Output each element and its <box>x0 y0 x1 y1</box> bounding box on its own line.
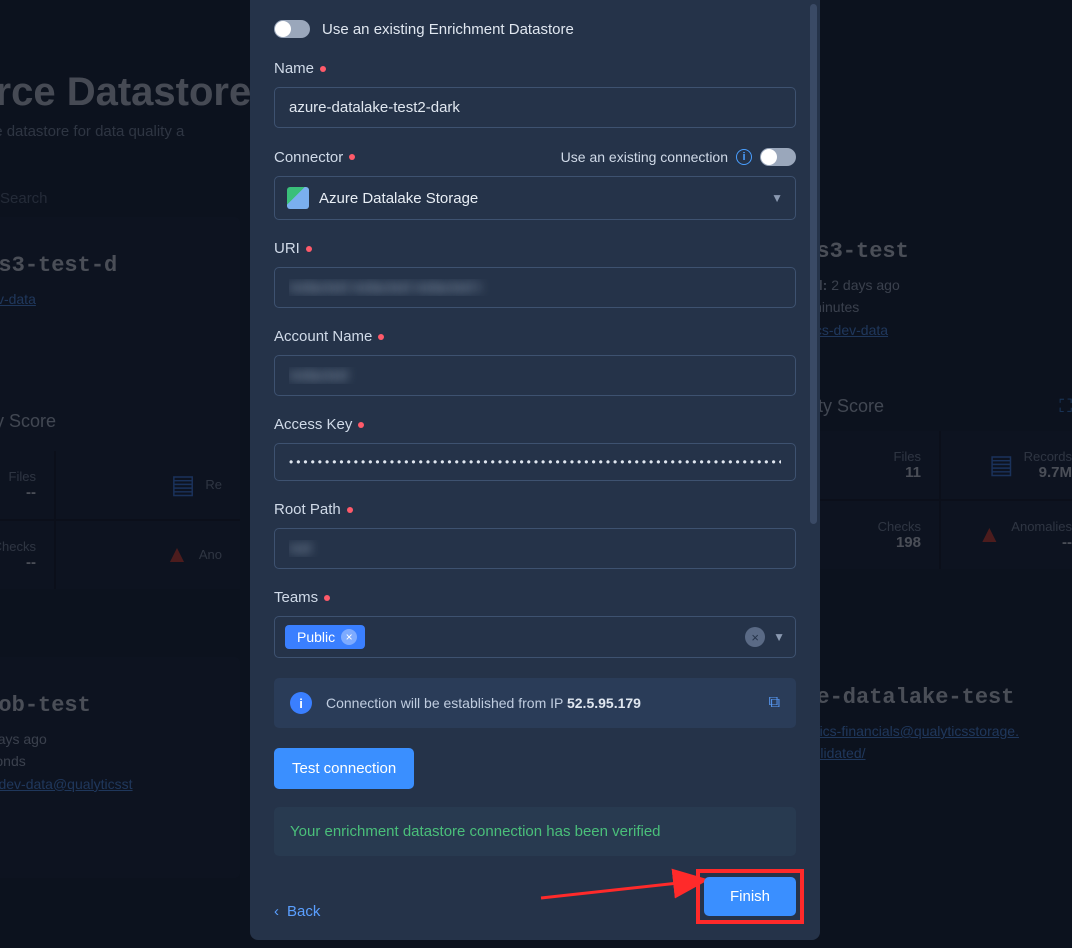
finish-button[interactable]: Finish <box>704 877 796 916</box>
required-icon <box>320 66 326 72</box>
info-icon: i <box>290 692 312 714</box>
connection-ip-info: i Connection will be established from IP… <box>274 678 796 728</box>
chevron-down-icon: ▼ <box>773 630 785 644</box>
connector-label: Connector <box>274 149 343 166</box>
copy-icon[interactable]: ⧉ <box>769 694 780 712</box>
required-icon <box>324 595 330 601</box>
name-label: Name <box>274 60 314 77</box>
required-icon <box>378 334 384 340</box>
teams-label: Teams <box>274 589 318 606</box>
root-path-input[interactable] <box>274 528 796 569</box>
account-name-label: Account Name <box>274 328 372 345</box>
root-path-label: Root Path <box>274 501 341 518</box>
teams-select[interactable]: Public × × ▼ <box>274 616 796 658</box>
scrollbar[interactable] <box>810 4 817 524</box>
connector-select[interactable]: Azure Datalake Storage ▼ <box>274 176 796 220</box>
required-icon <box>349 154 355 160</box>
success-message: Your enrichment datastore connection has… <box>274 807 796 856</box>
use-existing-connection-toggle[interactable] <box>760 148 796 166</box>
remove-chip-icon[interactable]: × <box>341 629 357 645</box>
name-input[interactable] <box>274 87 796 128</box>
clear-all-icon[interactable]: × <box>745 627 765 647</box>
back-button[interactable]: ‹ Back <box>274 903 320 920</box>
access-key-input[interactable] <box>274 443 796 481</box>
uri-input[interactable] <box>274 267 796 308</box>
use-existing-connection-label: Use an existing connection <box>561 149 728 165</box>
account-name-input[interactable] <box>274 355 796 396</box>
chevron-left-icon: ‹ <box>274 903 279 920</box>
uri-label: URI <box>274 240 300 257</box>
toggle-label: Use an existing Enrichment Datastore <box>322 21 574 38</box>
chevron-down-icon: ▼ <box>771 191 783 205</box>
access-key-label: Access Key <box>274 416 352 433</box>
enrichment-datastore-modal: Use an existing Enrichment Datastore Nam… <box>250 0 820 940</box>
finish-button-highlight: Finish <box>696 869 804 924</box>
test-connection-button[interactable]: Test connection <box>274 748 414 789</box>
ip-address: 52.5.95.179 <box>567 695 641 711</box>
required-icon <box>358 422 364 428</box>
azure-datalake-icon <box>287 187 309 209</box>
required-icon <box>306 246 312 252</box>
use-existing-datastore-toggle[interactable] <box>274 20 310 38</box>
connector-value: Azure Datalake Storage <box>319 190 761 207</box>
info-icon[interactable]: i <box>736 149 752 165</box>
required-icon <box>347 507 353 513</box>
team-chip[interactable]: Public × <box>285 625 365 649</box>
